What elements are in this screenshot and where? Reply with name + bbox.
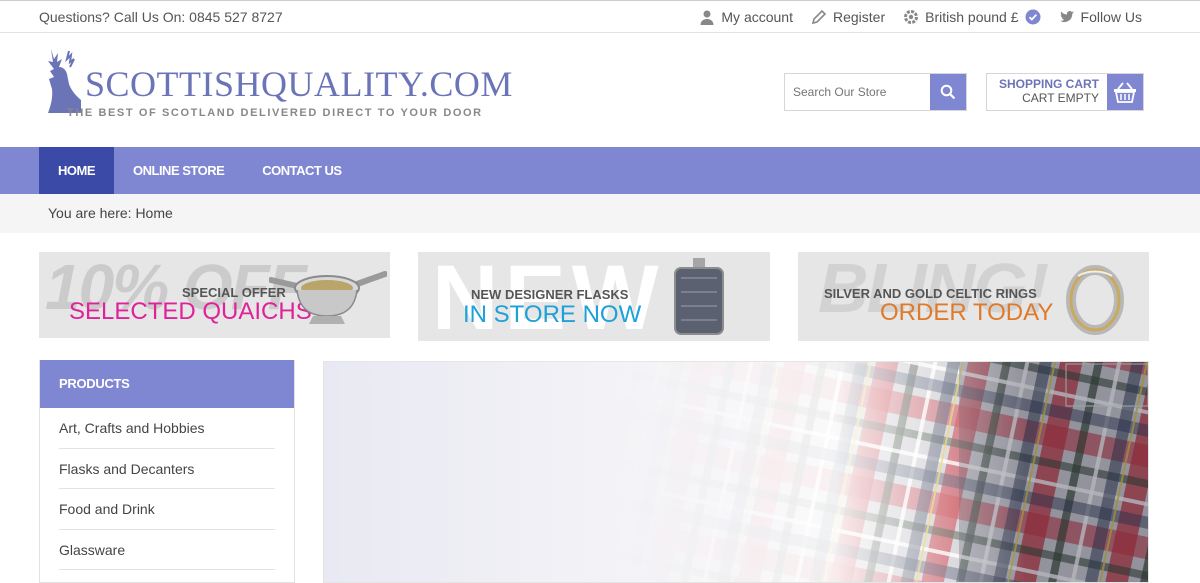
top-links: My account Register British pound £ Foll…	[699, 9, 1142, 25]
cart-status: CART EMPTY	[1022, 91, 1099, 105]
follow-us-link[interactable]: Follow Us	[1059, 9, 1142, 25]
nav-contact-us[interactable]: CONTACT US	[243, 147, 360, 194]
basket-icon	[1114, 82, 1136, 103]
banner-big-text: IN STORE NOW	[463, 301, 642, 328]
breadcrumb: You are here: Home	[48, 205, 173, 221]
register-label: Register	[832, 9, 886, 25]
flask-image	[674, 258, 724, 335]
breadcrumb-bar: You are here: Home	[0, 194, 1200, 233]
banner-celtic-rings[interactable]: BLING! SILVER AND GOLD CELTIC RINGS ORDE…	[798, 252, 1149, 341]
search-button[interactable]	[930, 74, 966, 110]
stag-logo-icon	[48, 49, 81, 113]
phone-number: Questions? Call Us On: 0845 527 8727	[39, 9, 283, 25]
my-account-label: My account	[721, 9, 793, 25]
banner-small-text: NEW DESIGNER FLASKS	[471, 287, 629, 302]
logo-title: SCOTTISHQUALITY.COM	[85, 64, 513, 104]
logo-tagline: THE BEST OF SCOTLAND DELIVERED DIRECT TO…	[67, 107, 483, 119]
ring-image	[1066, 265, 1124, 335]
header: SCOTTISHQUALITY.COM THE BEST OF SCOTLAND…	[0, 33, 1200, 147]
nav-online-store[interactable]: ONLINE STORE	[114, 147, 243, 194]
register-link[interactable]: Register	[811, 9, 885, 25]
nav-home[interactable]: HOME	[39, 147, 114, 194]
shopping-cart[interactable]: SHOPPING CART CART EMPTY	[986, 73, 1144, 111]
twitter-icon	[1059, 11, 1074, 23]
sidebar-item-art-crafts[interactable]: Art, Crafts and Hobbies	[59, 408, 275, 449]
sidebar-heading: PRODUCTS	[40, 360, 294, 408]
user-icon	[700, 10, 714, 25]
tartan-pattern	[324, 362, 1148, 582]
banner-big-text: ORDER TODAY	[880, 299, 1054, 326]
products-sidebar: PRODUCTS Art, Crafts and Hobbies Flasks …	[39, 360, 295, 583]
check-circle-icon	[1025, 9, 1041, 25]
sidebar-item-flasks[interactable]: Flasks and Decanters	[59, 449, 275, 489]
main-nav: HOME ONLINE STORE CONTACT US	[0, 147, 1200, 194]
banner-flasks[interactable]: NEW NEW DESIGNER FLASKS IN STORE NOW	[418, 252, 770, 341]
follow-us-label: Follow Us	[1080, 9, 1142, 25]
sidebar-item-glassware[interactable]: Glassware	[59, 530, 275, 570]
my-account-link[interactable]: My account	[699, 9, 793, 25]
banner-quaichs[interactable]: 10% OFF SPECIAL OFFER SELECTED QUAICHS	[39, 252, 390, 338]
currency-selector[interactable]: British pound £	[903, 9, 1041, 25]
gear-icon	[904, 10, 919, 24]
top-bar: Questions? Call Us On: 0845 527 8727 My …	[0, 0, 1200, 33]
sidebar-item-food-drink[interactable]: Food and Drink	[59, 489, 275, 530]
cart-title: SHOPPING CART	[998, 77, 1099, 91]
currency-label: British pound £	[925, 9, 1019, 25]
cart-text: SHOPPING CART CART EMPTY	[999, 74, 1107, 110]
hero-tartan-image	[323, 361, 1149, 583]
site-logo[interactable]: SCOTTISHQUALITY.COM THE BEST OF SCOTLAND…	[45, 45, 512, 125]
basket-icon-box	[1107, 74, 1143, 110]
search-box	[784, 73, 967, 111]
search-input[interactable]	[785, 74, 930, 110]
search-icon	[940, 84, 956, 100]
pencil-icon	[811, 9, 827, 25]
quaich-image	[269, 271, 387, 324]
